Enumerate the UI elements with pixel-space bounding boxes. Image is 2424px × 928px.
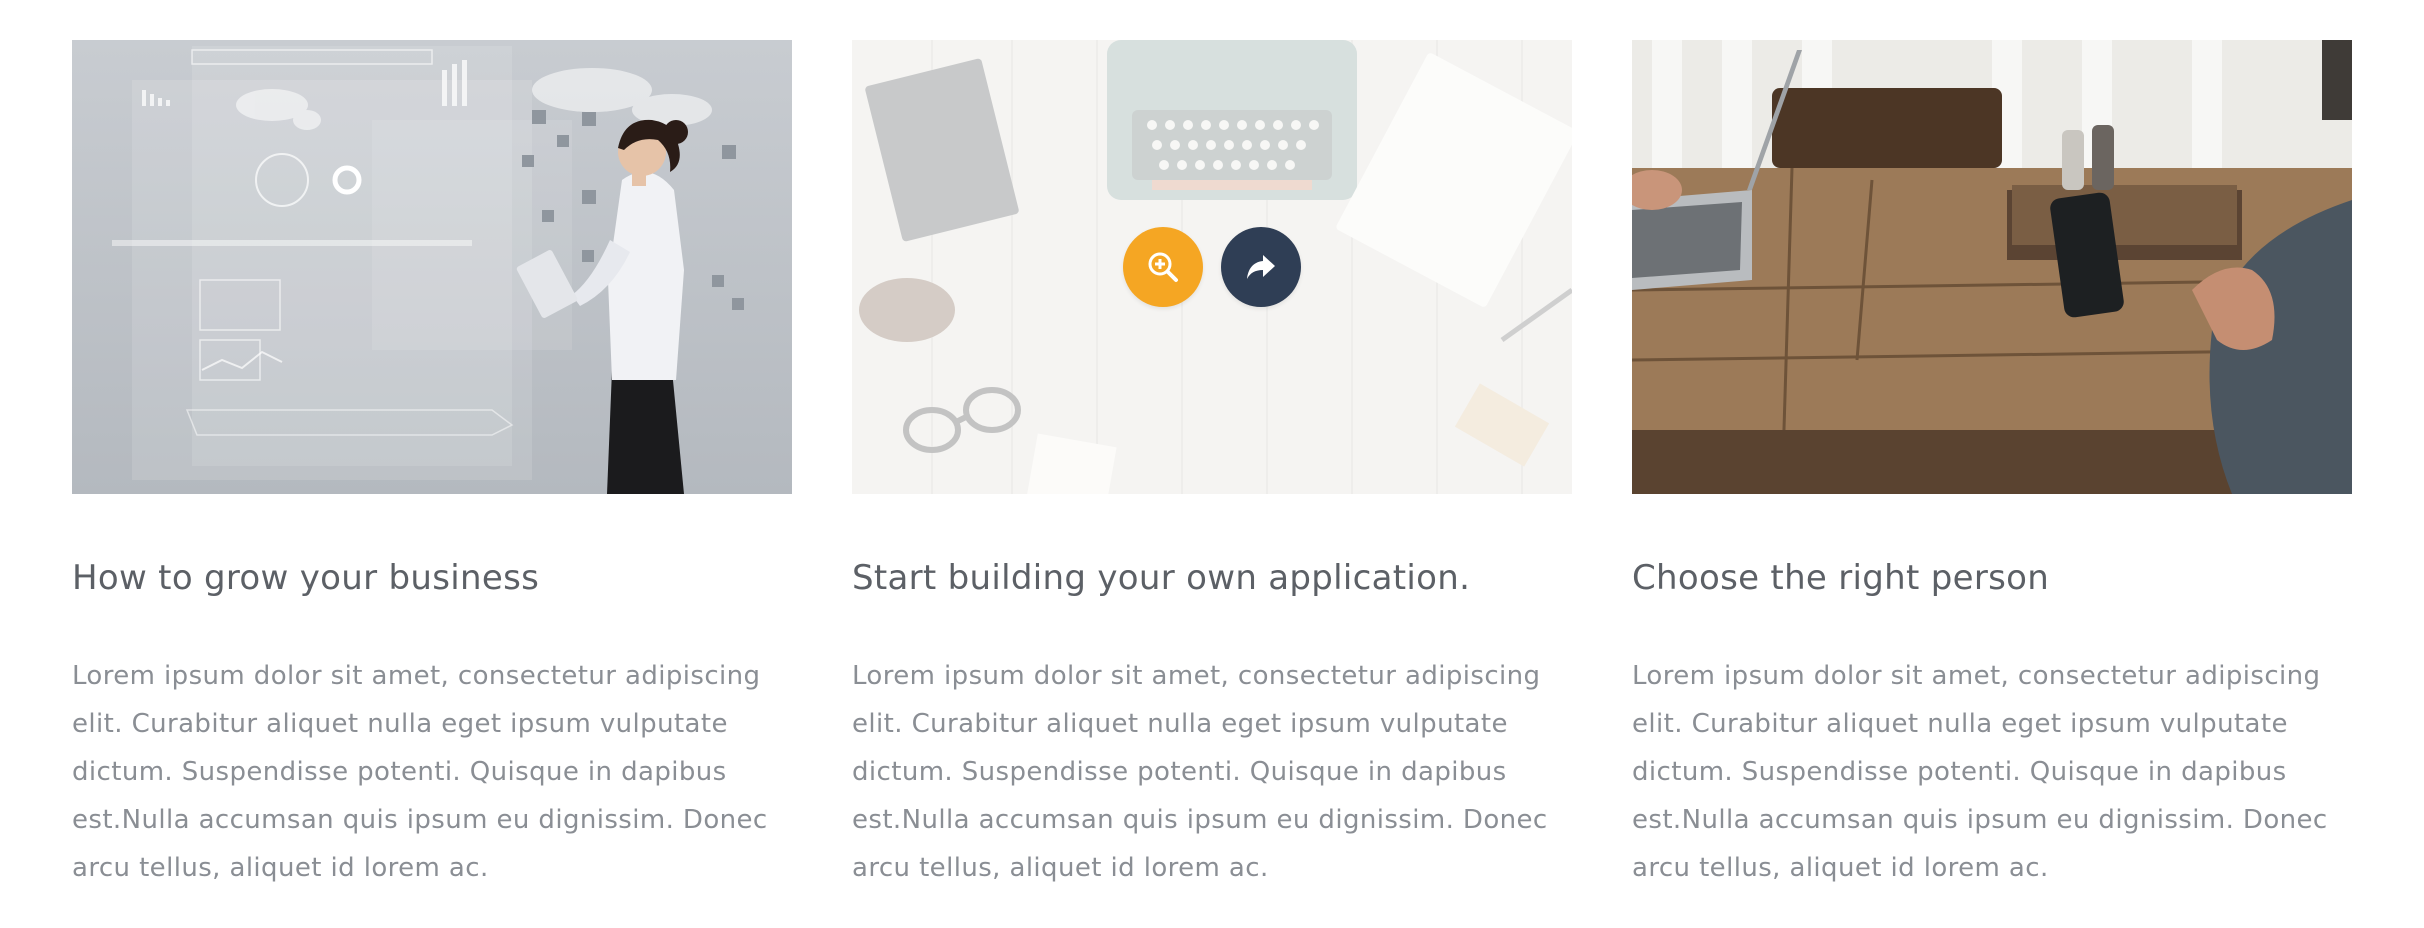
share-arrow-icon [1247, 255, 1275, 279]
blog-card-grid: How to grow your business Lorem ipsum do… [72, 40, 2352, 892]
card-2-title[interactable]: Start building your own application. [852, 558, 1572, 598]
card-3-title[interactable]: Choose the right person [1632, 558, 2352, 598]
card-2-hover-actions [852, 40, 1572, 494]
blog-card-2: Start building your own application. Lor… [852, 40, 1572, 892]
businesswoman-with-tablet-infographics-image [72, 40, 792, 494]
zoom-button[interactable] [1123, 227, 1203, 307]
card-1-excerpt: Lorem ipsum dolor sit amet, consectetur … [72, 661, 768, 883]
zoom-in-icon [1148, 252, 1178, 282]
card-2-image[interactable] [852, 40, 1572, 494]
blog-card-3: Choose the right person Lorem ipsum dolo… [1632, 40, 2352, 892]
card-2-excerpt: Lorem ipsum dolor sit amet, consectetur … [852, 661, 1548, 883]
card-1-image[interactable] [72, 40, 792, 494]
share-button[interactable] [1221, 227, 1301, 307]
blog-card-1: How to grow your business Lorem ipsum do… [72, 40, 792, 892]
card-3-image[interactable] [1632, 40, 2352, 494]
card-3-excerpt: Lorem ipsum dolor sit amet, consectetur … [1632, 661, 2328, 883]
card-1-title[interactable]: How to grow your business [72, 558, 792, 598]
wooden-table-laptop-phone-image [1632, 40, 2352, 494]
